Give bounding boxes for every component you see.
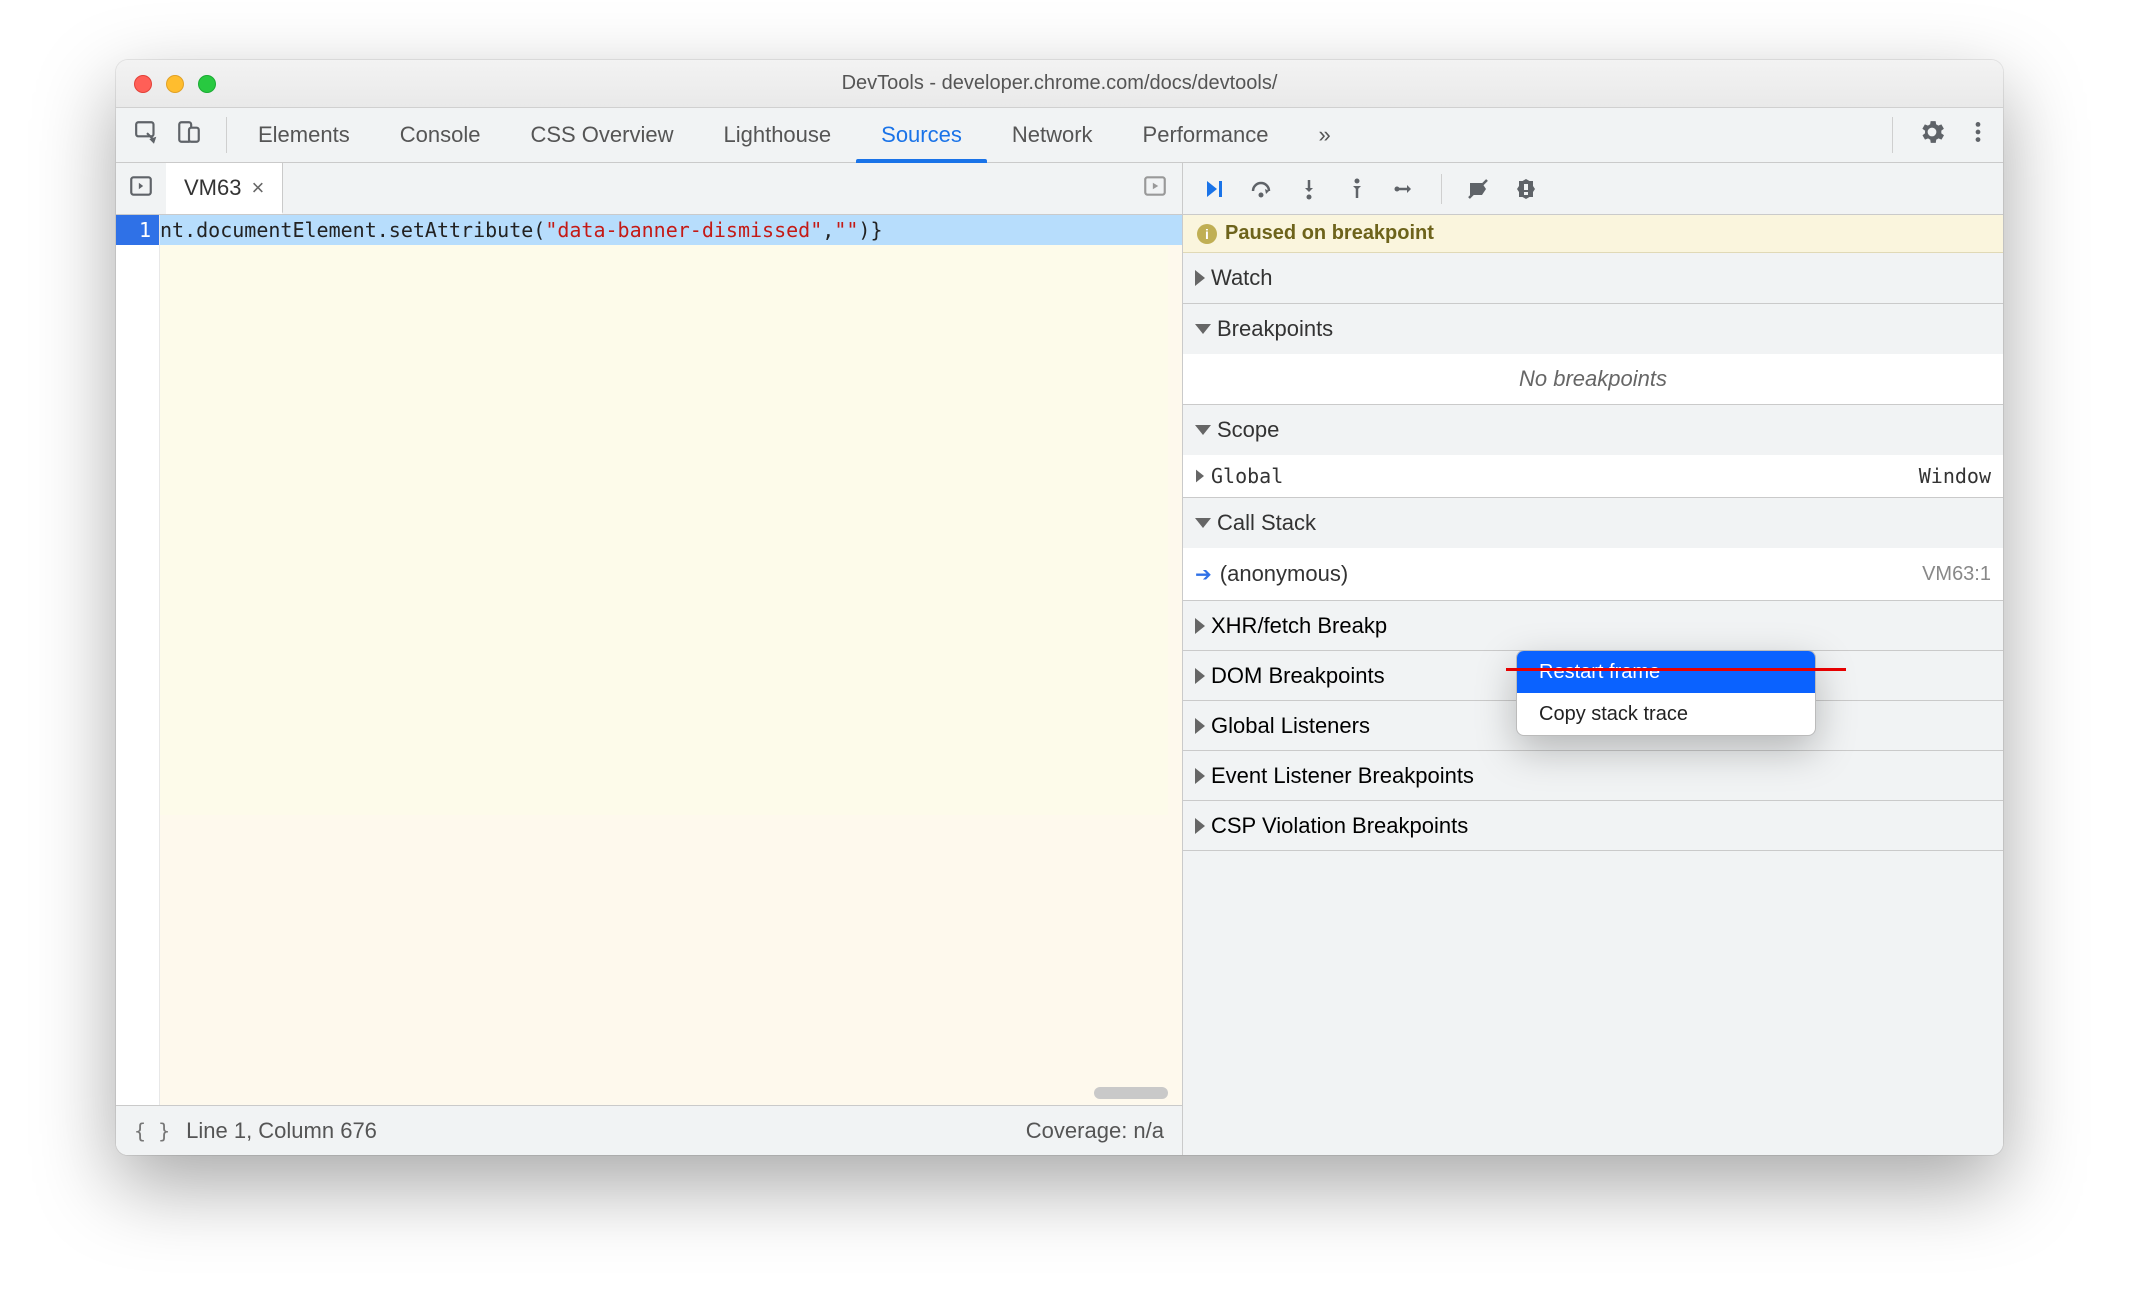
tab-sources[interactable]: Sources [856, 108, 987, 162]
sidebar-filler [1183, 851, 2003, 1155]
toggle-navigator-icon[interactable] [128, 173, 154, 204]
context-menu-restart-frame[interactable]: Restart frame [1517, 651, 1815, 693]
line-number: 1 [116, 215, 159, 245]
divider [1441, 174, 1442, 204]
context-menu-copy-stack-trace[interactable]: Copy stack trace [1517, 693, 1815, 735]
scope-global-row[interactable]: Global Window [1183, 455, 2003, 497]
scope-label: Scope [1217, 417, 1279, 443]
chevron-down-icon [1195, 518, 1211, 528]
callstack-header[interactable]: Call Stack [1183, 498, 2003, 548]
chevron-right-icon [1195, 718, 1205, 734]
section-scope: Scope Global Window [1183, 405, 2003, 498]
debugger-toolbar [1183, 163, 2003, 215]
paused-banner: i Paused on breakpoint [1183, 215, 2003, 253]
section-csp-breakpoints[interactable]: CSP Violation Breakpoints [1183, 801, 2003, 851]
no-breakpoints-text: No breakpoints [1183, 354, 2003, 404]
chevron-down-icon [1195, 425, 1211, 435]
scope-header[interactable]: Scope [1183, 405, 2003, 455]
callstack-frame-name: (anonymous) [1220, 561, 1348, 587]
tab-css-overview[interactable]: CSS Overview [505, 108, 698, 162]
chevron-right-icon [1196, 470, 1204, 483]
inspect-icon[interactable] [134, 119, 160, 151]
close-tab-icon[interactable]: × [251, 175, 264, 201]
device-toolbar-icon[interactable] [176, 119, 202, 151]
code-line-1: nt.documentElement.setAttribute("data-ba… [160, 215, 1182, 245]
event-listener-label: Event Listener Breakpoints [1211, 763, 1474, 789]
watch-label: Watch [1211, 265, 1273, 291]
coverage-status: Coverage: n/a [1026, 1118, 1164, 1144]
watch-header[interactable]: Watch [1183, 253, 2003, 303]
info-icon: i [1197, 224, 1217, 244]
breakpoints-label: Breakpoints [1217, 316, 1333, 342]
section-event-listener-breakpoints[interactable]: Event Listener Breakpoints [1183, 751, 2003, 801]
editor-pane: VM63 × 1 nt.documentElement.setAttribute… [116, 163, 1183, 1155]
execution-highlight [160, 245, 1168, 815]
step-into-icon[interactable] [1297, 177, 1321, 201]
chevron-right-icon [1195, 818, 1205, 834]
divider [226, 117, 227, 153]
tab-console[interactable]: Console [375, 108, 506, 162]
deactivate-breakpoints-icon[interactable] [1466, 177, 1490, 201]
line-gutter: 1 [116, 215, 160, 1105]
tab-performance[interactable]: Performance [1118, 108, 1294, 162]
step-over-icon[interactable] [1249, 177, 1273, 201]
devtools-tabbar: Elements Console CSS Overview Lighthouse… [116, 108, 2003, 163]
code-text[interactable]: nt.documentElement.setAttribute("data-ba… [160, 215, 1182, 1105]
annotation-strikethrough [1506, 668, 1846, 671]
code-editor[interactable]: 1 nt.documentElement.setAttribute("data-… [116, 215, 1182, 1105]
csp-label: CSP Violation Breakpoints [1211, 813, 1468, 839]
scope-global-label: Global [1211, 464, 1283, 488]
section-breakpoints: Breakpoints No breakpoints [1183, 304, 2003, 405]
breakpoints-header[interactable]: Breakpoints [1183, 304, 2003, 354]
section-callstack: Call Stack ➔ (anonymous) VM63:1 [1183, 498, 2003, 601]
chevron-right-icon [1195, 270, 1205, 286]
section-watch: Watch [1183, 253, 2003, 304]
settings-icon[interactable] [1917, 117, 1947, 153]
section-xhr-breakpoints[interactable]: XHR/fetch Breakp [1183, 601, 2003, 651]
horizontal-scrollbar[interactable] [1094, 1087, 1168, 1099]
file-tab-label: VM63 [184, 175, 241, 201]
file-tab-vm63[interactable]: VM63 × [166, 163, 283, 214]
chevron-down-icon [1195, 324, 1211, 334]
pause-on-exceptions-icon[interactable] [1514, 177, 1538, 201]
tab-network[interactable]: Network [987, 108, 1118, 162]
current-frame-arrow-icon: ➔ [1195, 562, 1212, 587]
step-out-icon[interactable] [1345, 177, 1369, 201]
xhr-label: XHR/fetch Breakp [1211, 613, 1387, 639]
scope-global-value: Window [1919, 464, 1991, 488]
editor-statusbar: { } Line 1, Column 676 Coverage: n/a [116, 1105, 1182, 1155]
devtools-window: DevTools - developer.chrome.com/docs/dev… [116, 60, 2003, 1155]
panel-tabs: Elements Console CSS Overview Lighthouse… [233, 108, 1356, 162]
tab-lighthouse[interactable]: Lighthouse [698, 108, 856, 162]
more-icon[interactable] [1965, 119, 1991, 151]
cursor-position: Line 1, Column 676 [186, 1118, 377, 1144]
dom-label: DOM Breakpoints [1211, 663, 1385, 689]
tab-elements[interactable]: Elements [233, 108, 375, 162]
divider [1892, 117, 1893, 153]
callstack-frame[interactable]: ➔ (anonymous) VM63:1 [1183, 548, 2003, 600]
pretty-print-icon[interactable]: { } [134, 1119, 186, 1143]
file-tab-row: VM63 × [116, 163, 1182, 215]
resume-icon[interactable] [1201, 177, 1225, 201]
window-titlebar: DevTools - developer.chrome.com/docs/dev… [116, 60, 2003, 108]
step-icon[interactable] [1393, 177, 1417, 201]
global-listeners-label: Global Listeners [1211, 713, 1370, 739]
window-title: DevTools - developer.chrome.com/docs/dev… [116, 72, 2003, 95]
callstack-label: Call Stack [1217, 510, 1316, 536]
chevron-right-icon [1195, 768, 1205, 784]
paused-text: Paused on breakpoint [1225, 222, 1434, 245]
chevron-right-icon [1195, 668, 1205, 684]
run-snippet-icon[interactable] [1128, 173, 1182, 204]
tabs-overflow-icon[interactable]: » [1294, 108, 1356, 162]
context-menu: Restart frame Copy stack trace [1516, 650, 1816, 736]
callstack-frame-location: VM63:1 [1922, 563, 1991, 586]
chevron-right-icon [1195, 618, 1205, 634]
